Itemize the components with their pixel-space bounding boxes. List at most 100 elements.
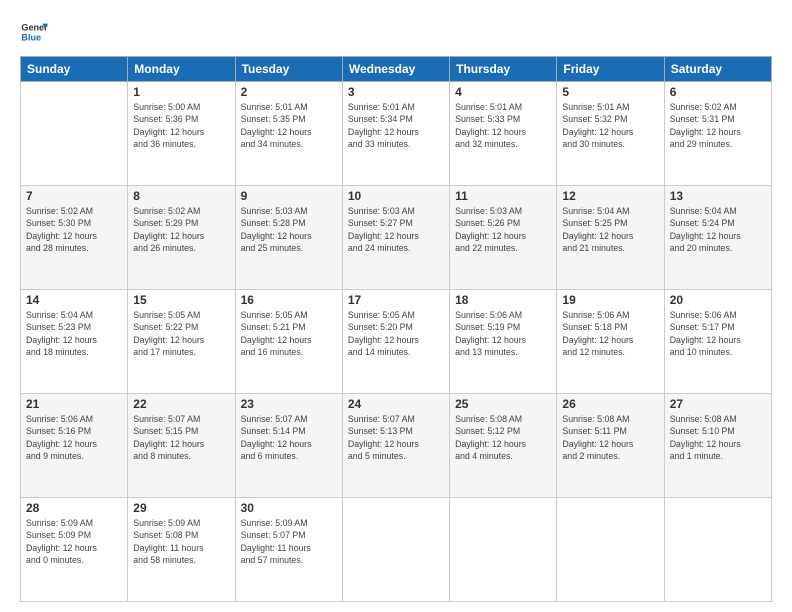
weekday-header-friday: Friday: [557, 57, 664, 82]
page: General Blue SundayMondayTuesdayWednesda…: [0, 0, 792, 612]
day-info: Sunrise: 5:08 AM Sunset: 5:10 PM Dayligh…: [670, 413, 766, 462]
calendar-cell: 10 Sunrise: 5:03 AM Sunset: 5:27 PM Dayli…: [342, 186, 449, 290]
calendar-cell: [342, 498, 449, 602]
day-number: 8: [133, 189, 229, 203]
logo: General Blue: [20, 18, 48, 46]
day-number: 30: [241, 501, 337, 515]
calendar-cell: 24 Sunrise: 5:07 AM Sunset: 5:13 PM Dayli…: [342, 394, 449, 498]
calendar-cell: 6 Sunrise: 5:02 AM Sunset: 5:31 PM Daylig…: [664, 82, 771, 186]
day-info: Sunrise: 5:08 AM Sunset: 5:11 PM Dayligh…: [562, 413, 658, 462]
calendar-cell: 20 Sunrise: 5:06 AM Sunset: 5:17 PM Dayli…: [664, 290, 771, 394]
calendar-cell: 12Sunrise: 5:04 AM Sunset: 5:25 PM Dayli…: [557, 186, 664, 290]
day-info: Sunrise: 5:05 AM Sunset: 5:21 PM Dayligh…: [241, 309, 337, 358]
day-info: Sunrise: 5:09 AM Sunset: 5:08 PM Dayligh…: [133, 517, 229, 566]
day-info: Sunrise: 5:00 AM Sunset: 5:36 PM Dayligh…: [133, 101, 229, 150]
calendar-cell: 7 Sunrise: 5:02 AM Sunset: 5:30 PM Daylig…: [21, 186, 128, 290]
day-number: 6: [670, 85, 766, 99]
calendar-cell: 29Sunrise: 5:09 AM Sunset: 5:08 PM Dayli…: [128, 498, 235, 602]
day-info: Sunrise: 5:07 AM Sunset: 5:15 PM Dayligh…: [133, 413, 229, 462]
day-number: 24: [348, 397, 444, 411]
day-info: Sunrise: 5:08 AM Sunset: 5:12 PM Dayligh…: [455, 413, 551, 462]
day-number: 22: [133, 397, 229, 411]
weekday-header-row: SundayMondayTuesdayWednesdayThursdayFrid…: [21, 57, 772, 82]
header: General Blue: [20, 18, 772, 46]
calendar-cell: 15 Sunrise: 5:05 AM Sunset: 5:22 PM Dayli…: [128, 290, 235, 394]
calendar-cell: [557, 498, 664, 602]
calendar-cell: 19 Sunrise: 5:06 AM Sunset: 5:18 PM Dayli…: [557, 290, 664, 394]
day-info: Sunrise: 5:02 AM Sunset: 5:30 PM Dayligh…: [26, 205, 122, 254]
weekday-header-monday: Monday: [128, 57, 235, 82]
day-number: 5: [562, 85, 658, 99]
weekday-header-thursday: Thursday: [450, 57, 557, 82]
calendar-week-row: 28 Sunrise: 5:09 AM Sunset: 5:09 PM Dayli…: [21, 498, 772, 602]
day-number: 15: [133, 293, 229, 307]
day-info: Sunrise: 5:01 AM Sunset: 5:32 PM Dayligh…: [562, 101, 658, 150]
calendar-cell: 25Sunrise: 5:08 AM Sunset: 5:12 PM Dayli…: [450, 394, 557, 498]
day-number: 21: [26, 397, 122, 411]
day-info: Sunrise: 5:03 AM Sunset: 5:27 PM Dayligh…: [348, 205, 444, 254]
calendar-cell: 30 Sunrise: 5:09 AM Sunset: 5:07 PM Dayli…: [235, 498, 342, 602]
calendar-week-row: 21 Sunrise: 5:06 AM Sunset: 5:16 PM Dayli…: [21, 394, 772, 498]
calendar-table: SundayMondayTuesdayWednesdayThursdayFrid…: [20, 56, 772, 602]
day-number: 7: [26, 189, 122, 203]
day-number: 28: [26, 501, 122, 515]
calendar-cell: 13Sunrise: 5:04 AM Sunset: 5:24 PM Dayli…: [664, 186, 771, 290]
day-number: 23: [241, 397, 337, 411]
day-number: 13: [670, 189, 766, 203]
calendar-cell: 16 Sunrise: 5:05 AM Sunset: 5:21 PM Dayli…: [235, 290, 342, 394]
day-number: 14: [26, 293, 122, 307]
weekday-header-saturday: Saturday: [664, 57, 771, 82]
day-info: Sunrise: 5:06 AM Sunset: 5:17 PM Dayligh…: [670, 309, 766, 358]
day-info: Sunrise: 5:01 AM Sunset: 5:34 PM Dayligh…: [348, 101, 444, 150]
day-number: 26: [562, 397, 658, 411]
day-number: 11: [455, 189, 551, 203]
calendar-cell: [664, 498, 771, 602]
day-number: 27: [670, 397, 766, 411]
day-info: Sunrise: 5:04 AM Sunset: 5:23 PM Dayligh…: [26, 309, 122, 358]
day-number: 2: [241, 85, 337, 99]
calendar-cell: [450, 498, 557, 602]
day-info: Sunrise: 5:02 AM Sunset: 5:31 PM Dayligh…: [670, 101, 766, 150]
calendar-cell: 1 Sunrise: 5:00 AM Sunset: 5:36 PM Daylig…: [128, 82, 235, 186]
calendar-cell: 5 Sunrise: 5:01 AM Sunset: 5:32 PM Daylig…: [557, 82, 664, 186]
day-number: 17: [348, 293, 444, 307]
calendar-cell: [21, 82, 128, 186]
day-number: 1: [133, 85, 229, 99]
calendar-cell: 18Sunrise: 5:06 AM Sunset: 5:19 PM Dayli…: [450, 290, 557, 394]
day-number: 20: [670, 293, 766, 307]
day-number: 4: [455, 85, 551, 99]
day-info: Sunrise: 5:09 AM Sunset: 5:07 PM Dayligh…: [241, 517, 337, 566]
logo-icon: General Blue: [20, 18, 48, 46]
day-number: 19: [562, 293, 658, 307]
calendar-cell: 22 Sunrise: 5:07 AM Sunset: 5:15 PM Dayli…: [128, 394, 235, 498]
day-number: 18: [455, 293, 551, 307]
calendar-cell: 21 Sunrise: 5:06 AM Sunset: 5:16 PM Dayli…: [21, 394, 128, 498]
day-info: Sunrise: 5:05 AM Sunset: 5:22 PM Dayligh…: [133, 309, 229, 358]
day-info: Sunrise: 5:07 AM Sunset: 5:13 PM Dayligh…: [348, 413, 444, 462]
day-info: Sunrise: 5:03 AM Sunset: 5:28 PM Dayligh…: [241, 205, 337, 254]
day-number: 9: [241, 189, 337, 203]
calendar-cell: 11 Sunrise: 5:03 AM Sunset: 5:26 PM Dayli…: [450, 186, 557, 290]
calendar-cell: 9 Sunrise: 5:03 AM Sunset: 5:28 PM Daylig…: [235, 186, 342, 290]
day-info: Sunrise: 5:04 AM Sunset: 5:25 PM Dayligh…: [562, 205, 658, 254]
day-info: Sunrise: 5:02 AM Sunset: 5:29 PM Dayligh…: [133, 205, 229, 254]
calendar-cell: 4Sunrise: 5:01 AM Sunset: 5:33 PM Daylig…: [450, 82, 557, 186]
calendar-cell: 26 Sunrise: 5:08 AM Sunset: 5:11 PM Dayli…: [557, 394, 664, 498]
calendar-cell: 27 Sunrise: 5:08 AM Sunset: 5:10 PM Dayli…: [664, 394, 771, 498]
calendar-cell: 14 Sunrise: 5:04 AM Sunset: 5:23 PM Dayli…: [21, 290, 128, 394]
day-info: Sunrise: 5:09 AM Sunset: 5:09 PM Dayligh…: [26, 517, 122, 566]
day-info: Sunrise: 5:06 AM Sunset: 5:18 PM Dayligh…: [562, 309, 658, 358]
day-info: Sunrise: 5:07 AM Sunset: 5:14 PM Dayligh…: [241, 413, 337, 462]
calendar-week-row: 7 Sunrise: 5:02 AM Sunset: 5:30 PM Daylig…: [21, 186, 772, 290]
calendar-week-row: 1 Sunrise: 5:00 AM Sunset: 5:36 PM Daylig…: [21, 82, 772, 186]
weekday-header-sunday: Sunday: [21, 57, 128, 82]
day-number: 10: [348, 189, 444, 203]
day-number: 16: [241, 293, 337, 307]
calendar-cell: 28 Sunrise: 5:09 AM Sunset: 5:09 PM Dayli…: [21, 498, 128, 602]
day-info: Sunrise: 5:03 AM Sunset: 5:26 PM Dayligh…: [455, 205, 551, 254]
svg-text:Blue: Blue: [21, 32, 41, 42]
calendar-cell: 23 Sunrise: 5:07 AM Sunset: 5:14 PM Dayli…: [235, 394, 342, 498]
calendar-cell: 17Sunrise: 5:05 AM Sunset: 5:20 PM Dayli…: [342, 290, 449, 394]
day-info: Sunrise: 5:06 AM Sunset: 5:16 PM Dayligh…: [26, 413, 122, 462]
day-number: 3: [348, 85, 444, 99]
